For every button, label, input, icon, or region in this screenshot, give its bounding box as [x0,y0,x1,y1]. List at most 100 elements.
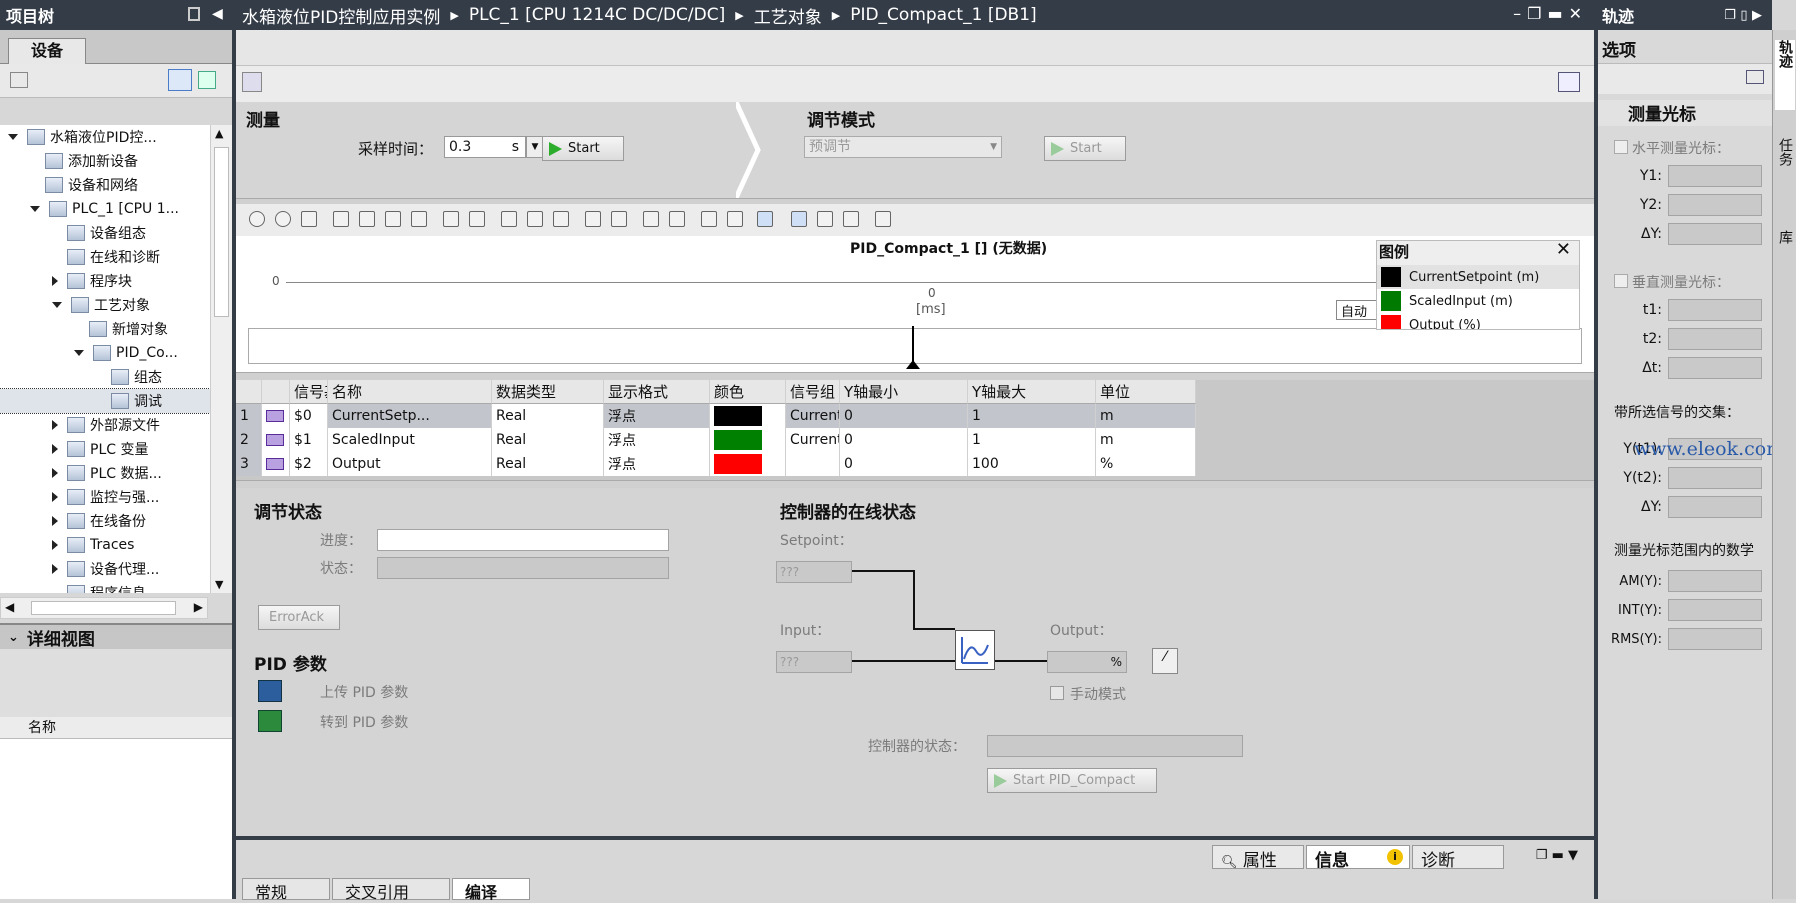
trend-icon[interactable] [640,208,662,230]
column-header[interactable]: 信号组 [786,380,840,404]
vcursor-icon[interactable] [698,208,720,230]
splitter[interactable] [236,480,1594,488]
upload-icon[interactable] [258,680,282,702]
column-header[interactable]: 数据类型 [492,380,604,404]
column-header[interactable]: 信号基... [290,380,328,404]
splitter[interactable] [236,372,1594,380]
table-cell-unit[interactable]: % [1096,452,1196,476]
table-cell-unit[interactable]: m [1096,404,1196,428]
signal-type-icon[interactable] [262,452,290,476]
zoom-y100-icon[interactable] [524,208,546,230]
expand-right-icon[interactable] [52,516,58,526]
row-number[interactable]: 2 [236,428,262,452]
close-icon[interactable]: ✕ [1569,4,1588,23]
tree-item[interactable]: PLC 变量 [0,437,210,461]
device-view-icon[interactable] [10,72,28,88]
expand-right-icon[interactable] [52,564,58,574]
breadcrumb-item[interactable]: 水箱液位PID控制应用实例 [242,3,440,28]
legend-item[interactable]: CurrentSetpoint (m) [1377,265,1579,289]
tuning-mode-select[interactable]: 预调节 ▼ [804,136,1002,158]
color-swatch[interactable] [710,452,786,476]
zoom-select-icon[interactable] [356,208,378,230]
zoom-out-icon[interactable] [466,208,488,230]
tree-item[interactable]: 设备和网络 [0,173,210,197]
tree-item[interactable]: 添加新设备 [0,149,210,173]
table-cell-fmt[interactable]: 浮点 [604,428,710,452]
export-icon[interactable] [872,208,894,230]
detail-col-name[interactable]: 名称 [0,717,232,739]
zoom-100-icon[interactable] [498,208,520,230]
measure-start-button[interactable]: Start [542,136,624,161]
expand-right-icon[interactable] [52,420,58,430]
tree-hscroll[interactable]: ◀ ▶ [0,597,208,619]
tab-devices[interactable]: 设备 [8,38,86,64]
tree-vscroll[interactable]: ▲ ▼ [210,125,232,593]
table-row[interactable]: 2 $1ScaledInputReal浮点 CurrentSetpoint...01… [236,428,1286,452]
tree-item[interactable]: PLC_1 [CPU 1... [0,197,210,221]
table-cell-addr[interactable]: $0 [290,404,328,428]
manual-output-icon[interactable]: ⁄ [1152,648,1178,674]
table-cell-fmt[interactable]: 浮点 [604,452,710,476]
tab-info[interactable]: 信息 i [1306,845,1410,871]
tree-item[interactable]: 监控与强... [0,485,210,509]
network-view-icon[interactable] [198,71,216,89]
row-number[interactable]: 1 [236,404,262,428]
tree-item[interactable]: 程序块 [0,269,210,293]
zoom-in-icon[interactable] [440,208,462,230]
tree-item[interactable]: 外部源文件 [0,413,210,437]
legend-item[interactable]: ScaledInput (m) [1377,289,1579,313]
tab-properties[interactable]: 🔍︎ 属性 [1212,845,1304,871]
tab-crossref[interactable]: 交叉引用 [332,878,450,902]
expand-down-icon[interactable] [52,302,62,308]
errorack-button[interactable]: ErrorAck [258,605,340,630]
table-cell-ymin[interactable]: 0 [840,428,968,452]
tree-item[interactable]: 水箱液位PID控... [0,125,210,149]
table-cell-fmt[interactable]: 浮点 [604,404,710,428]
tree-item[interactable]: Traces [0,533,210,557]
column-header[interactable] [262,380,290,404]
legend-item[interactable]: Output (%) [1377,313,1579,329]
vtab-tasks[interactable]: 任务 [1775,138,1795,208]
breadcrumb-item[interactable]: PLC_1 [CPU 1214C DC/DC/DC] [469,5,725,25]
color-swatch[interactable] [710,428,786,452]
panel-pin-icon[interactable]: ❐ ▯ ▶ [1724,8,1762,23]
table-cell-ymin[interactable]: 0 [840,452,968,476]
column-header[interactable]: 颜色 [710,380,786,404]
back-icon[interactable] [246,208,268,230]
tree-item[interactable]: 新增对象 [0,317,210,341]
table-cell-ymax[interactable]: 100 [968,452,1096,476]
tree-item[interactable]: 工艺对象 [0,293,210,317]
tree-item[interactable]: 在线备份 [0,509,210,533]
legend-close-icon[interactable]: ✕ [1556,241,1571,260]
table-cell-unit[interactable]: m [1096,428,1196,452]
column-header[interactable]: 单位 [1096,380,1196,404]
scroll-icon[interactable] [608,208,630,230]
table-cell-ymax[interactable]: 1 [968,404,1096,428]
inspector-controls-icon[interactable]: ❐ ▬ ▼ [1536,848,1578,863]
column-header[interactable]: 名称 [328,380,492,404]
table-cell-addr[interactable]: $2 [290,452,328,476]
zoom-y-icon[interactable] [408,208,430,230]
tree-item[interactable]: 组态 [0,365,210,389]
expand-right-icon[interactable] [52,492,58,502]
tab-compile[interactable]: 编译 [452,878,530,902]
upload-pid-label[interactable]: 上传 PID 参数 [320,682,408,702]
monitor-all-icon[interactable] [242,72,262,92]
hcursor-icon[interactable] [724,208,746,230]
line-icon[interactable] [666,208,688,230]
table-cell-group[interactable]: CurrentSetp... [786,404,840,428]
expand-down-icon[interactable] [8,134,18,140]
zoom-x-icon[interactable] [382,208,404,230]
move-icon[interactable] [754,208,776,230]
list-icon[interactable] [788,208,810,230]
expand-down-icon[interactable] [74,350,84,356]
table-cell-type[interactable]: Real [492,428,604,452]
column-header[interactable]: Y轴最小 [840,380,968,404]
hcursor-checkbox[interactable] [1614,140,1628,154]
table-cell-name[interactable]: CurrentSetp... [328,404,492,428]
tree-item[interactable]: 程序信息 [0,581,210,593]
column-header[interactable]: Y轴最大 [968,380,1096,404]
panel-pin-icon[interactable] [188,7,200,21]
row-number[interactable]: 3 [236,452,262,476]
tree-vscroll-thumb[interactable] [214,147,229,317]
